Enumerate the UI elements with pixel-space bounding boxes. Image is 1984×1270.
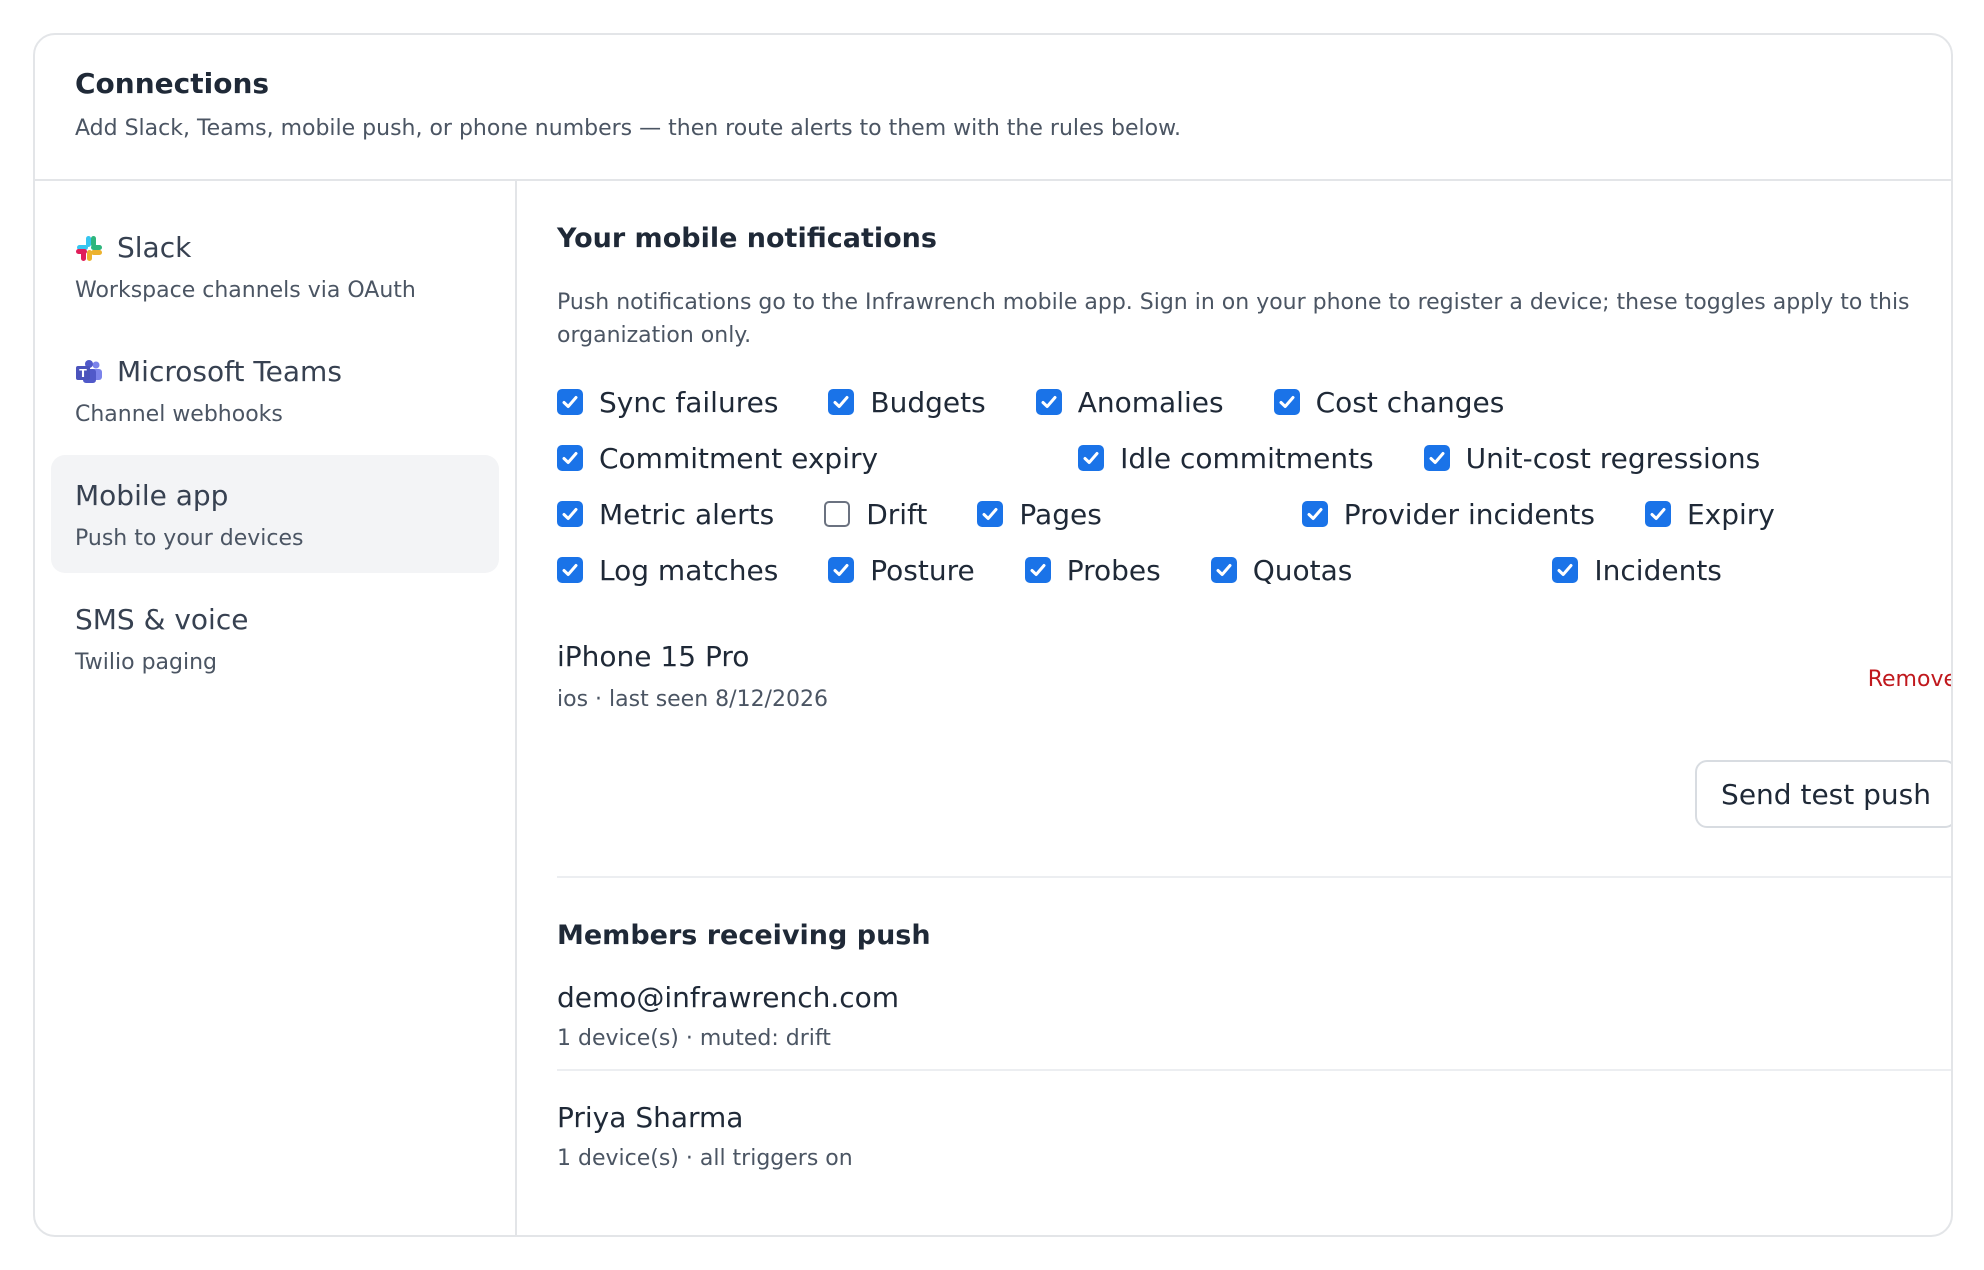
toggle-commitment-expiry[interactable]: Commitment expiry bbox=[557, 430, 878, 486]
svg-text:T: T bbox=[79, 367, 87, 380]
nav-title-row: SMS & voice bbox=[75, 603, 475, 636]
sidebar-item-microsoft-teams[interactable]: T Microsoft Teams Channel webhooks bbox=[51, 331, 499, 449]
toggle-label: Budgets bbox=[870, 385, 986, 419]
toggle-sync-failures[interactable]: Sync failures bbox=[557, 374, 778, 430]
page-subtitle: Add Slack, Teams, mobile push, or phone … bbox=[75, 116, 1182, 141]
toggle-provider-incidents[interactable]: Provider incidents bbox=[1301, 486, 1595, 542]
card-body: Slack Workspace channels via OAuth T Mic… bbox=[35, 181, 1951, 1235]
toggle-label: Anomalies bbox=[1077, 385, 1224, 419]
checkbox-checked-icon[interactable] bbox=[1210, 557, 1237, 583]
toggle-budgets[interactable]: Budgets bbox=[828, 374, 986, 430]
checkbox-checked-icon[interactable] bbox=[1035, 389, 1062, 415]
toggle-log-matches[interactable]: Log matches bbox=[557, 542, 778, 598]
checkbox-checked-icon[interactable] bbox=[557, 389, 583, 415]
toggle-quotas[interactable]: Quotas bbox=[1210, 542, 1353, 598]
member-row: demo@infrawrench.com 1 device(s) · muted… bbox=[557, 951, 1951, 1071]
toggle-label: Drift bbox=[866, 497, 928, 531]
toggle-label: Expiry bbox=[1686, 497, 1775, 531]
nav-title-row: Mobile app bbox=[75, 479, 475, 512]
member-row: Priya Sharma 1 device(s) · all triggers … bbox=[557, 1071, 1951, 1189]
toggle-unit-cost-regressions[interactable]: Unit-cost regressions bbox=[1423, 430, 1761, 486]
trigger-toggles: Sync failures Budgets Anomalies Cost change… bbox=[557, 374, 1951, 598]
device-name: iPhone 15 Pro bbox=[557, 640, 750, 673]
connections-card: Connections Add Slack, Teams, mobile pus… bbox=[33, 33, 1953, 1237]
toggle-label: Quotas bbox=[1252, 553, 1353, 587]
toggle-label: Unit-cost regressions bbox=[1465, 441, 1761, 475]
device-row: iPhone 15 Pro ios · last seen 8/12/2026 … bbox=[557, 640, 1951, 712]
toggle-label: Incidents bbox=[1594, 553, 1722, 587]
toggle-label: Idle commitments bbox=[1120, 441, 1374, 475]
checkbox-checked-icon[interactable] bbox=[1024, 557, 1051, 583]
sidebar-item-title: SMS & voice bbox=[75, 603, 249, 636]
member-name: Priya Sharma bbox=[557, 1101, 744, 1134]
sidebar-item-desc: Push to your devices bbox=[75, 526, 304, 551]
toggle-probes[interactable]: Probes bbox=[1024, 542, 1161, 598]
sidebar-item-desc: Workspace channels via OAuth bbox=[75, 278, 416, 303]
toggle-metric-alerts[interactable]: Metric alerts bbox=[557, 486, 774, 542]
checkbox-checked-icon[interactable] bbox=[1301, 501, 1328, 527]
toggle-label: Probes bbox=[1066, 553, 1161, 587]
toggle-label: Cost changes bbox=[1315, 385, 1505, 419]
toggle-label: Commitment expiry bbox=[599, 441, 879, 475]
members-title: Members receiving push bbox=[557, 920, 931, 951]
card-header: Connections Add Slack, Teams, mobile pus… bbox=[35, 35, 1951, 181]
checkbox-checked-icon[interactable] bbox=[557, 445, 583, 471]
toggle-posture[interactable]: Posture bbox=[828, 542, 975, 598]
sidebar-item-title: Microsoft Teams bbox=[117, 355, 342, 388]
checkbox-checked-icon[interactable] bbox=[557, 501, 583, 527]
toggle-incidents[interactable]: Incidents bbox=[1552, 542, 1722, 598]
section-description: Push notifications go to the Infrawrench… bbox=[557, 290, 1910, 348]
toggle-drift[interactable]: Drift bbox=[824, 486, 927, 542]
toggle-label: Provider incidents bbox=[1343, 497, 1595, 531]
checkbox-checked-icon[interactable] bbox=[1273, 389, 1300, 415]
toggle-expiry[interactable]: Expiry bbox=[1644, 486, 1775, 542]
checkbox-checked-icon[interactable] bbox=[1078, 445, 1105, 471]
device-info: iPhone 15 Pro ios · last seen 8/12/2026 bbox=[557, 640, 828, 712]
sidebar-item-mobile-app[interactable]: Mobile app Push to your devices bbox=[51, 455, 499, 573]
checkbox-checked-icon[interactable] bbox=[1423, 445, 1450, 471]
connections-sidebar: Slack Workspace channels via OAuth T Mic… bbox=[35, 181, 517, 1235]
member-meta: 1 device(s) · all triggers on bbox=[557, 1146, 853, 1171]
sidebar-item-slack[interactable]: Slack Workspace channels via OAuth bbox=[51, 207, 499, 325]
section-title: Your mobile notifications bbox=[557, 223, 937, 254]
toggle-cost-changes[interactable]: Cost changes bbox=[1273, 374, 1505, 430]
checkbox-checked-icon[interactable] bbox=[828, 557, 855, 583]
toggle-label: Metric alerts bbox=[599, 497, 775, 531]
sidebar-item-desc: Twilio paging bbox=[75, 650, 218, 675]
page-title: Connections bbox=[75, 67, 270, 100]
button-row: Send test push bbox=[557, 760, 1951, 828]
checkbox-checked-icon[interactable] bbox=[557, 557, 583, 583]
sidebar-item-title: Mobile app bbox=[75, 479, 229, 512]
toggle-label: Posture bbox=[870, 553, 975, 587]
divider bbox=[557, 876, 1951, 878]
nav-title-row: T Microsoft Teams bbox=[75, 355, 475, 388]
slack-icon bbox=[75, 234, 103, 262]
mobile-notifications-panel: Your mobile notifications Push notificat… bbox=[517, 181, 1951, 1235]
toggle-idle-commitments[interactable]: Idle commitments bbox=[1078, 430, 1374, 486]
checkbox-unchecked-icon[interactable] bbox=[824, 501, 851, 527]
nav-title-row: Slack bbox=[75, 231, 475, 264]
members-list: demo@infrawrench.com 1 device(s) · muted… bbox=[557, 951, 1951, 1189]
remove-device-link[interactable]: Remove bbox=[1868, 667, 1951, 692]
checkbox-checked-icon[interactable] bbox=[1644, 501, 1671, 527]
toggle-label: Log matches bbox=[599, 553, 779, 587]
toggle-anomalies[interactable]: Anomalies bbox=[1035, 374, 1224, 430]
send-test-push-button[interactable]: Send test push bbox=[1695, 760, 1951, 828]
sidebar-item-sms-voice[interactable]: SMS & voice Twilio paging bbox=[51, 579, 499, 697]
toggle-label: Pages bbox=[1019, 497, 1102, 531]
toggle-label: Sync failures bbox=[599, 385, 779, 419]
sidebar-item-title: Slack bbox=[117, 231, 192, 264]
device-meta: ios · last seen 8/12/2026 bbox=[557, 687, 828, 712]
teams-icon: T bbox=[75, 358, 103, 386]
member-name: demo@infrawrench.com bbox=[557, 981, 900, 1014]
checkbox-checked-icon[interactable] bbox=[1552, 557, 1579, 583]
sidebar-item-desc: Channel webhooks bbox=[75, 402, 283, 427]
toggle-pages[interactable]: Pages bbox=[977, 486, 1102, 542]
checkbox-checked-icon[interactable] bbox=[828, 389, 855, 415]
member-meta: 1 device(s) · muted: drift bbox=[557, 1026, 831, 1051]
checkbox-checked-icon[interactable] bbox=[977, 501, 1004, 527]
